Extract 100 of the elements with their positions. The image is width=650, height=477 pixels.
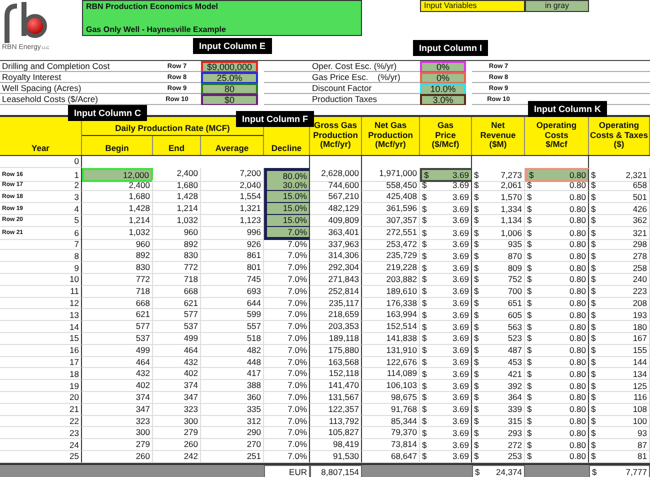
cell-value: 0.80	[569, 428, 586, 438]
table-cell: 7.0%	[264, 250, 310, 262]
table-cell: 361,596	[362, 203, 420, 215]
table-cell: 745	[201, 274, 264, 286]
currency-symbol: $	[422, 298, 427, 308]
currency-symbol: $	[422, 333, 427, 344]
cell-value: 364	[508, 392, 522, 402]
table-cell: 7.0%	[264, 404, 310, 416]
currency-symbol: $	[591, 310, 596, 320]
table-cell: 1,032	[82, 226, 153, 240]
currency-symbol: $	[591, 192, 596, 202]
currency-symbol: $	[527, 286, 532, 296]
input-value-cell: $9,000,000	[201, 61, 258, 72]
table-cell: 432	[153, 356, 201, 368]
cell-value: 0.80	[569, 170, 586, 180]
table-cell: 91,530	[310, 450, 362, 463]
table-cell: 7.0%	[264, 427, 310, 440]
input-value-cell: 25.0%	[201, 72, 258, 83]
table-cell: 7.0%	[264, 416, 310, 428]
year-cell: 0	[74, 156, 79, 166]
table-cell: 252,814	[310, 286, 362, 298]
cell-value: 487	[508, 345, 522, 356]
table-cell: 131,910	[362, 344, 420, 357]
currency-symbol: $	[527, 416, 532, 426]
cell-value: 3.69	[452, 310, 469, 320]
currency-symbol: $	[474, 345, 479, 356]
currency-symbol: $	[474, 404, 479, 414]
table-cell: 388	[201, 380, 264, 392]
cell-value: 155	[632, 345, 647, 356]
cell-value: 223	[632, 286, 647, 296]
currency-symbol: $	[474, 228, 479, 238]
parameter-label: Discount Factor	[310, 83, 420, 94]
year-cell: 11	[70, 286, 79, 296]
table-cell: 892	[82, 250, 153, 262]
cell-value: 3.69	[452, 440, 469, 450]
currency-symbol: $	[422, 392, 427, 402]
input-value-cell: 0%	[420, 72, 466, 83]
cell-value: 193	[632, 310, 647, 320]
currency-symbol: $	[527, 322, 532, 332]
cell-value: 2,321	[626, 170, 647, 180]
table-cell: 15.0%	[264, 203, 310, 215]
currency-symbol: $	[474, 310, 479, 320]
table-cell: 621	[82, 309, 153, 322]
table-cell: 7.0%	[264, 439, 310, 451]
cell-value: 3.69	[452, 298, 469, 308]
table-cell: 360	[201, 392, 264, 404]
cell-value: 0.80	[569, 416, 586, 426]
cell-value: 752	[508, 274, 522, 284]
table-cell: 432	[82, 368, 153, 380]
table-cell: 425,408	[362, 191, 420, 204]
currency-symbol: $	[474, 286, 479, 296]
year-cell: 16	[70, 345, 79, 356]
currency-symbol: $	[592, 466, 597, 477]
currency-symbol: $	[474, 416, 479, 426]
cell-value: 605	[508, 310, 522, 320]
currency-symbol: $	[591, 380, 596, 391]
column-header: Net Gas Production (Mcf/yr)	[362, 117, 420, 155]
currency-symbol: $	[422, 356, 427, 367]
currency-symbol: $	[591, 286, 596, 296]
cell-value: 0.80	[569, 180, 586, 190]
table-cell: 106,103	[362, 380, 420, 392]
table-cell: 363,401	[310, 226, 362, 240]
cell-value: 453	[508, 356, 522, 367]
cell-value: 93	[638, 428, 647, 438]
cell-value: 501	[632, 192, 647, 202]
currency-symbol: $	[474, 274, 479, 284]
table-cell: 15.0%	[264, 214, 310, 227]
currency-symbol: $	[591, 262, 596, 273]
currency-symbol: $	[474, 333, 479, 344]
cell-value: 144	[632, 356, 647, 367]
cell-value: 0.80	[569, 345, 586, 356]
cell-value: 180	[632, 322, 647, 332]
cell-value: 3.69	[452, 262, 469, 273]
cell-value: 253	[508, 451, 522, 462]
currency-symbol: $	[527, 345, 532, 356]
currency-symbol: $	[527, 298, 532, 308]
table-cell: 242	[153, 450, 201, 463]
table-cell: 98,675	[362, 392, 420, 404]
cell-value: 278	[632, 250, 647, 261]
currency-symbol: $	[527, 333, 532, 344]
table-cell: 260	[153, 439, 201, 451]
cell-value: 0.80	[569, 192, 586, 202]
cell-value: 134	[632, 368, 647, 379]
cell-value: 651	[508, 298, 522, 308]
cell-value: 658	[632, 180, 647, 190]
cell-value: 100	[632, 416, 647, 426]
table-cell: 235,729	[362, 250, 420, 262]
callout-label: Input Column I	[413, 40, 488, 56]
currency-symbol: $	[475, 466, 480, 477]
currency-symbol: $	[422, 416, 427, 426]
table-cell: 279	[82, 439, 153, 451]
currency-symbol: $	[527, 356, 532, 367]
input-value-cell: 0%	[420, 61, 466, 72]
table-cell: 537	[82, 332, 153, 345]
cell-value: 0.80	[569, 392, 586, 402]
cell-value: 3.69	[452, 322, 469, 332]
cell-value: 421	[508, 368, 522, 379]
table-cell: 892	[153, 238, 201, 250]
table-cell: 312	[201, 416, 264, 428]
cell-value: 809	[508, 262, 522, 273]
